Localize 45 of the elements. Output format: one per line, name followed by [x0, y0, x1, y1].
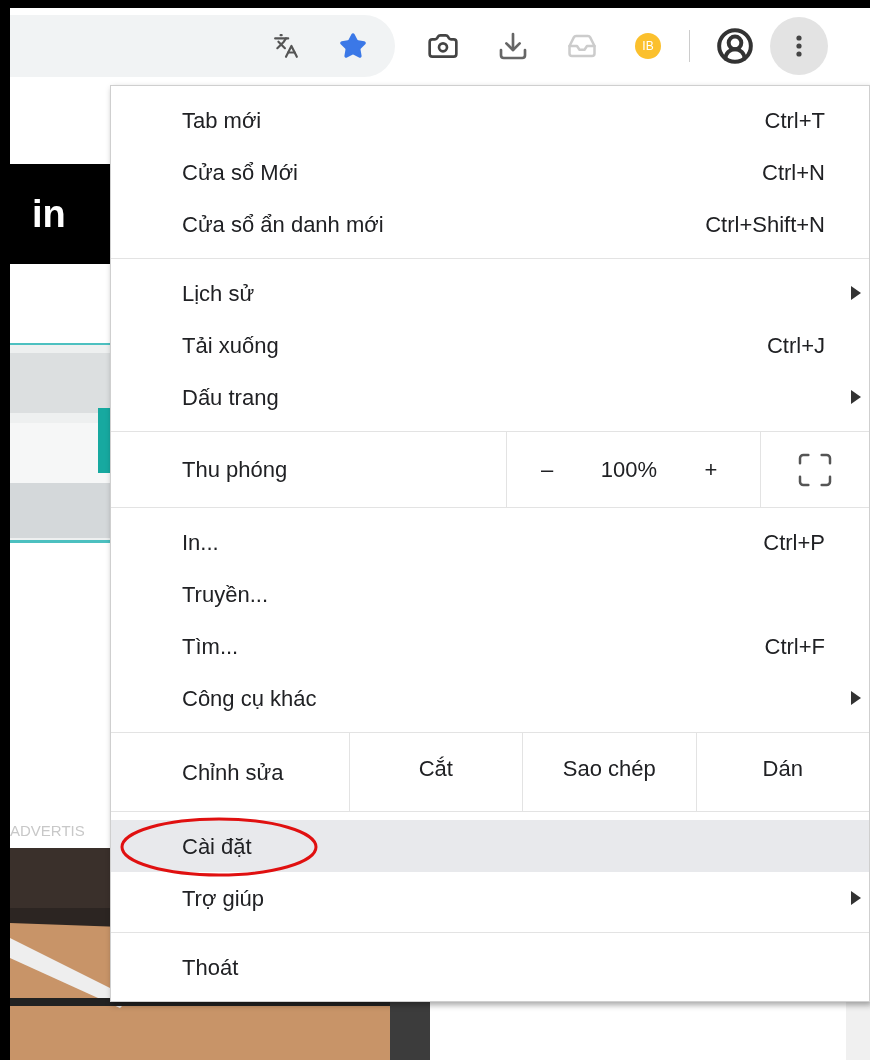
menu-item[interactable]: Trợ giúp [111, 872, 869, 924]
shortcut-label: Ctrl+F [764, 632, 825, 661]
edit-action-button[interactable]: Dán [695, 733, 869, 811]
shortcut-label: Ctrl+T [764, 106, 825, 135]
menu-item[interactable]: Lịch sử [111, 267, 869, 319]
menu-label: Truyền... [182, 580, 268, 609]
shortcut-label: Ctrl+Shift+N [705, 210, 825, 239]
zoom-out-button[interactable]: – [507, 453, 587, 486]
menu-label: Tab mới [182, 106, 262, 135]
menu-label: Tìm... [182, 632, 239, 661]
menu-item[interactable]: Truyền... [111, 568, 869, 620]
menu-label: Cài đặt [182, 832, 252, 861]
menu-item[interactable]: Tab mới Ctrl+T [111, 94, 869, 146]
download-icon[interactable] [497, 30, 529, 62]
menu-item[interactable]: Cửa sổ Mới Ctrl+N [111, 146, 869, 198]
shortcut-label: Ctrl+N [762, 158, 825, 187]
menu-item[interactable]: In... Ctrl+P [111, 516, 869, 568]
menu-label: Thoát [182, 953, 239, 982]
shortcut-label: Ctrl+P [763, 528, 825, 557]
menu-label: Công cụ khác [182, 684, 317, 713]
edit-action-button[interactable]: Cắt [348, 733, 523, 811]
bookmark-star-icon[interactable] [339, 32, 367, 60]
menu-label: Cửa sổ ẩn danh mới [182, 210, 384, 239]
menu-label: Dấu trang [182, 383, 279, 412]
menu-label: Lịch sử [182, 279, 255, 308]
menu-label: In... [182, 528, 219, 557]
edit-action-button[interactable]: Sao chép [522, 733, 696, 811]
translate-icon[interactable] [273, 33, 299, 59]
account-icon[interactable] [716, 27, 754, 65]
menu-label: Cửa sổ Mới [182, 158, 298, 187]
shortcut-label: Ctrl+J [766, 331, 825, 360]
menu-item[interactable]: Dấu trang [111, 371, 869, 423]
menu-item[interactable]: Thoát [111, 941, 869, 993]
menu-label: Trợ giúp [182, 884, 265, 913]
menu-item[interactable]: Tải xuống Ctrl+J [111, 319, 869, 371]
zoom-in-button[interactable]: + [671, 453, 751, 486]
zoom-value: 100% [599, 456, 659, 484]
linkedin-logo[interactable]: in [32, 185, 66, 243]
menu-item[interactable]: Tìm... Ctrl+F [111, 620, 869, 672]
menu-label: Tải xuống [182, 331, 279, 360]
menu-item[interactable]: Cửa sổ ẩn danh mới Ctrl+Shift+N [111, 198, 869, 250]
menu-item[interactable]: Công cụ khác [111, 672, 869, 724]
more-icon [796, 35, 802, 57]
edit-label: Chỉnh sửa [182, 758, 285, 787]
zoom-label: Thu phóng [182, 456, 289, 484]
